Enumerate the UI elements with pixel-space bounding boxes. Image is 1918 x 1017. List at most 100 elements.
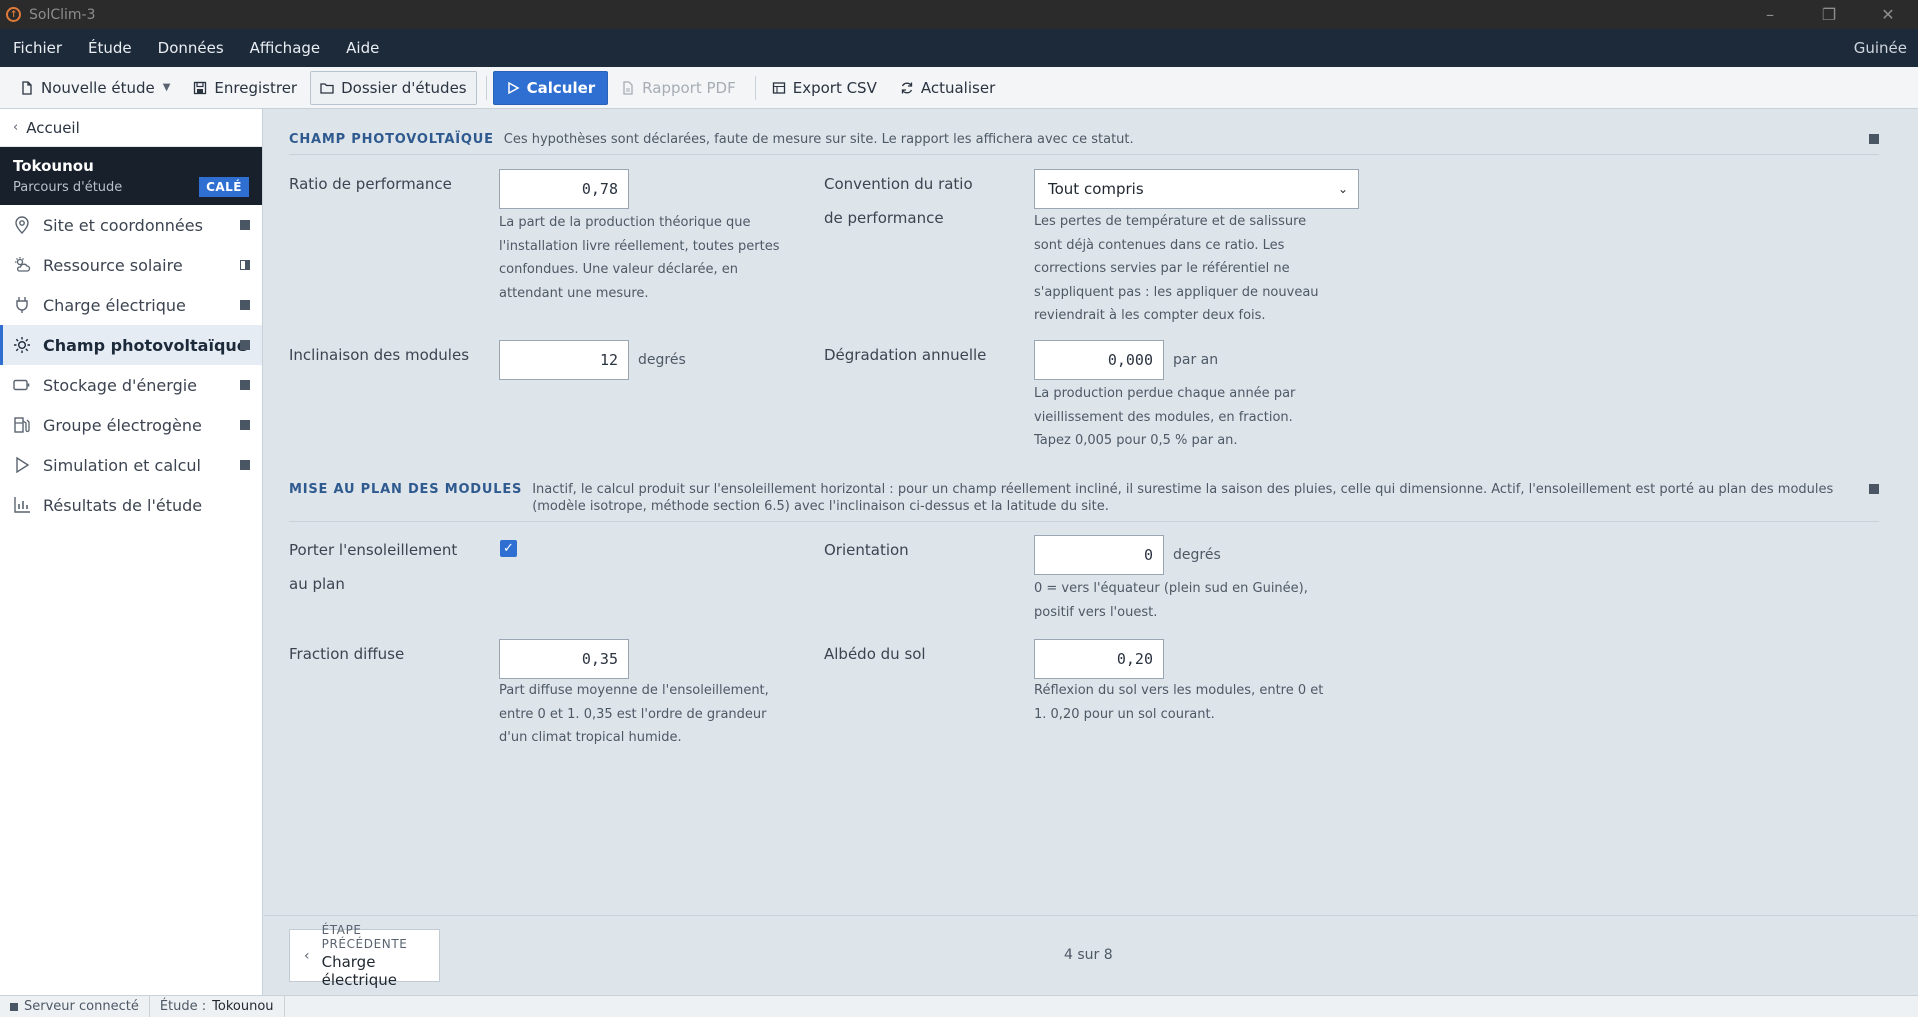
degradation-unit: par an (1173, 352, 1219, 368)
sidebar-item-site[interactable]: Site et coordonnées (0, 205, 262, 245)
play-icon (13, 456, 31, 474)
albedo-input[interactable]: 0,20 (1034, 639, 1164, 679)
menu-fichier[interactable]: Fichier (0, 39, 75, 57)
poa-checkbox[interactable]: ✓ (500, 540, 517, 557)
status-badge: CALÉ (199, 177, 249, 197)
sidebar-item-label: Ressource solaire (43, 255, 183, 275)
pr-convention-select[interactable]: Tout compris ⌄ (1034, 169, 1359, 209)
sun-icon (13, 336, 31, 354)
sidebar: ‹ Accueil Tokounou Parcours d'étude CALÉ… (0, 109, 263, 995)
menu-etude[interactable]: Étude (75, 39, 145, 57)
compute-label: Calculer (526, 78, 596, 97)
complete-status-icon (240, 340, 250, 350)
performance-ratio-help: La part de la production théorique que l… (499, 215, 780, 301)
pdf-file-icon (623, 80, 633, 95)
diffuse-fraction-help: Part diffuse moyenne de l'ensoleillement… (499, 683, 769, 745)
sidebar-item-label: Résultats de l'étude (43, 495, 203, 515)
complete-status-icon (240, 420, 250, 430)
section-status-icon (1869, 134, 1879, 144)
sidebar-item-label: Groupe électrogène (43, 415, 202, 435)
sidebar-item-results[interactable]: Résultats de l'étude (0, 485, 262, 525)
performance-ratio-label: Ratio de performance (289, 175, 452, 193)
back-home-link[interactable]: ‹ Accueil (0, 109, 262, 147)
previous-step-label: Charge électrique (321, 952, 397, 989)
plug-icon (13, 296, 31, 314)
partial-status-icon (240, 260, 250, 270)
complete-status-icon (240, 220, 250, 230)
chevron-left-icon: ‹ (13, 120, 19, 135)
sidebar-item-label: Stockage d'énergie (43, 375, 198, 395)
sidebar-item-label: Site et coordonnées (43, 215, 203, 235)
section-title: CHAMP PHOTOVOLTAÏQUE (289, 132, 494, 147)
sidebar-item-electrical-load[interactable]: Charge électrique (0, 285, 262, 325)
orientation-unit: degrés (1173, 547, 1221, 563)
tilt-unit: degrés (638, 352, 686, 368)
menu-bar: Fichier Étude Données Affichage Aide Gui… (0, 29, 1918, 67)
sidebar-item-solar-resource[interactable]: Ressource solaire (0, 245, 262, 285)
study-status-value: Tokounou (212, 999, 274, 1014)
pdf-report-button[interactable]: Rapport PDF (611, 71, 746, 105)
project-name: Tokounou (13, 157, 94, 175)
performance-ratio-input[interactable]: 0,78 (499, 169, 629, 209)
refresh-button[interactable]: Actualiser (890, 71, 1005, 105)
pr-convention-label: Convention du ratio de performance (824, 175, 973, 227)
complete-status-icon (240, 460, 250, 470)
folder-icon (320, 82, 334, 94)
diffuse-fraction-input[interactable]: 0,35 (499, 639, 629, 679)
restore-button[interactable]: ❐ (1801, 0, 1857, 29)
pr-convention-value: Tout compris (1048, 180, 1144, 198)
new-study-label: Nouvelle étude (41, 78, 155, 97)
bar-chart-icon (13, 496, 31, 514)
export-csv-button[interactable]: Export CSV (762, 71, 887, 105)
diffuse-fraction-label: Fraction diffuse (289, 645, 405, 663)
tilt-input[interactable]: 12 (499, 340, 629, 380)
app-logo-icon: ↑ (6, 7, 21, 22)
section-description: Inactif, le calcul produit sur l'ensolei… (532, 482, 1834, 514)
save-button[interactable]: Enregistrer (183, 71, 307, 105)
section-description: Ces hypothèses sont déclarées, faute de … (503, 132, 1134, 147)
previous-step-button[interactable]: ‹ ÉTAPE PRÉCÉDENTE Charge électrique (289, 923, 440, 989)
chevron-down-icon: ▼ (162, 82, 171, 93)
toolbar-divider (754, 75, 756, 100)
server-status: Serveur connecté (0, 995, 150, 1017)
sidebar-item-storage[interactable]: Stockage d'énergie (0, 365, 262, 405)
degradation-help: La production perdue chaque année par vi… (1034, 386, 1296, 448)
step-counter: 4 sur 8 (1064, 947, 1113, 963)
study-status-label: Étude : (159, 999, 207, 1014)
refresh-label: Actualiser (920, 78, 996, 97)
section-pv-field-header: CHAMP PHOTOVOLTAÏQUE Ces hypothèses sont… (289, 131, 1879, 155)
complete-status-icon (240, 300, 250, 310)
albedo-label: Albédo du sol (824, 645, 926, 663)
play-icon (507, 81, 520, 94)
sidebar-item-label: Champ photovoltaïque (43, 335, 248, 355)
server-status-label: Serveur connecté (24, 999, 139, 1014)
pdf-report-label: Rapport PDF (642, 78, 736, 97)
degradation-input[interactable]: 0,000 (1034, 340, 1164, 380)
main-content: CHAMP PHOTOVOLTAÏQUE Ces hypothèses sont… (264, 109, 1918, 915)
menu-aide[interactable]: Aide (333, 39, 392, 57)
sidebar-item-simulation[interactable]: Simulation et calcul (0, 445, 262, 485)
sidebar-item-pv-field[interactable]: Champ photovoltaïque (0, 325, 262, 365)
fuel-pump-icon (13, 416, 31, 434)
sidebar-item-generator[interactable]: Groupe électrogène (0, 405, 262, 445)
region-label: Guinée (1853, 39, 1907, 57)
new-study-button[interactable]: Nouvelle étude ▼ (10, 71, 180, 105)
sidebar-item-label: Simulation et calcul (43, 455, 201, 475)
section-title: MISE AU PLAN DES MODULES (289, 482, 523, 497)
menu-donnees[interactable]: Données (145, 39, 237, 57)
menu-affichage[interactable]: Affichage (237, 39, 333, 57)
new-file-icon (22, 80, 32, 95)
minimize-button[interactable]: – (1742, 0, 1798, 29)
albedo-help: Réflexion du sol vers les modules, entre… (1034, 683, 1324, 722)
degradation-label: Dégradation annuelle (824, 346, 987, 364)
close-button[interactable]: ✕ (1860, 0, 1916, 29)
poa-toggle-label: Porter l'ensoleillement au plan (289, 541, 458, 593)
connection-status-icon (10, 1002, 18, 1011)
study-folder-button[interactable]: Dossier d'études (310, 70, 477, 105)
current-study-status: Étude : Tokounou (150, 995, 285, 1017)
orientation-input[interactable]: 0 (1034, 535, 1164, 575)
compute-button[interactable]: Calculer (492, 70, 609, 105)
back-home-label: Accueil (26, 118, 80, 137)
toolbar-divider (485, 75, 487, 100)
status-bar: Serveur connecté Étude : Tokounou (0, 995, 1918, 1017)
